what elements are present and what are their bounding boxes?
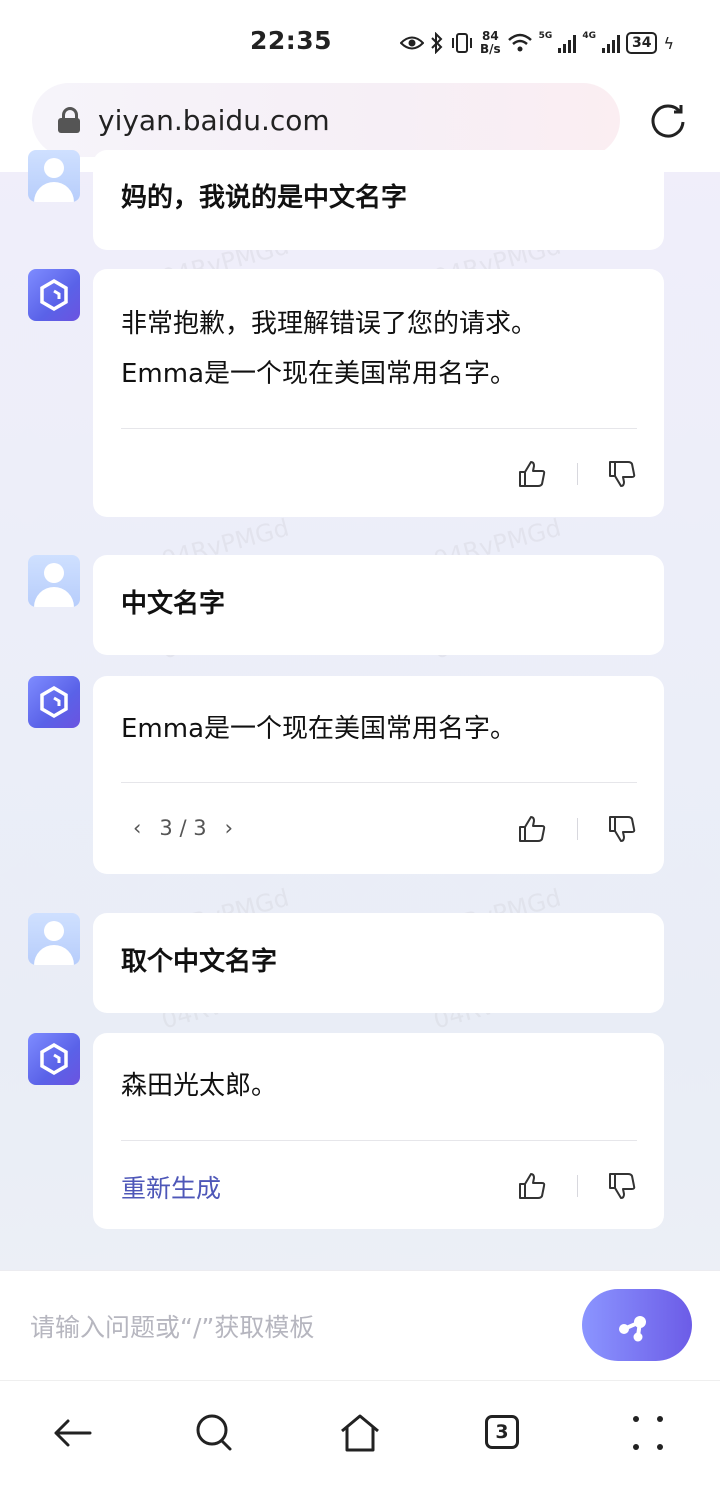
user-avatar: [28, 913, 80, 965]
divider: [121, 1140, 637, 1141]
url-text: yiyan.baidu.com: [98, 103, 330, 137]
pager-count: 3 / 3: [159, 816, 207, 840]
ernie-logo-icon: [40, 278, 68, 312]
user-message-text: 中文名字: [121, 589, 226, 619]
bot-avatar: [28, 1033, 80, 1085]
send-button[interactable]: [582, 1289, 692, 1361]
bot-message-bubble: 非常抱歉，我理解错误了您的请求。 Emma是一个现在美国常用名字。: [93, 269, 664, 517]
more-dots-icon[interactable]: [626, 1411, 670, 1455]
status-bar: 22:35 84 B/s 5G 4G 34 ϟ: [0, 0, 720, 80]
ernie-logo-icon: [40, 685, 68, 719]
bot-message-bubble: 森田光太郎。 重新生成: [93, 1033, 664, 1229]
send-icon: [619, 1316, 646, 1342]
vibrate-icon: [452, 33, 472, 53]
regenerate-button[interactable]: 重新生成: [121, 1169, 221, 1205]
signal-1-bars-icon: [558, 33, 577, 53]
response-pager: ‹ 3 / 3 ›: [133, 816, 233, 840]
search-icon[interactable]: [193, 1411, 237, 1455]
user-message-bubble: 取个中文名字: [93, 913, 664, 1013]
divider: [121, 782, 637, 783]
address-bar[interactable]: yiyan.baidu.com: [32, 83, 620, 157]
chevron-right-icon[interactable]: ›: [225, 816, 233, 840]
bot-message-bubble: Emma是一个现在美国常用名字。 ‹ 3 / 3 ›: [93, 676, 664, 874]
signal-2-label: 4G: [582, 31, 596, 41]
user-message-text: 取个中文名字: [121, 947, 278, 977]
bot-message-line: 非常抱歉，我理解错误了您的请求。: [121, 309, 538, 339]
thumbs-up-icon[interactable]: [517, 1171, 547, 1201]
user-message-text: 妈的，我说的是中文名字: [121, 183, 408, 213]
chat-input-bar: [0, 1270, 720, 1381]
thumbs-down-icon[interactable]: [607, 814, 637, 844]
separator: [577, 818, 578, 840]
tabs-button[interactable]: 3: [485, 1415, 519, 1449]
battery-level: 34: [625, 32, 658, 54]
thumbs-up-icon[interactable]: [517, 459, 547, 489]
separator: [577, 1175, 578, 1197]
thumbs-down-icon[interactable]: [607, 1171, 637, 1201]
user-message-bubble: 中文名字: [93, 555, 664, 655]
status-time: 22:35: [250, 26, 333, 55]
reload-icon[interactable]: [648, 100, 688, 140]
bot-message-line: Emma是一个现在美国常用名字。: [121, 359, 517, 389]
thumbs-down-icon[interactable]: [607, 459, 637, 489]
wifi-icon: [507, 33, 532, 52]
arrow-left-icon[interactable]: [50, 1411, 94, 1455]
home-icon[interactable]: [338, 1411, 382, 1455]
bot-avatar: [28, 269, 80, 321]
chat-input[interactable]: [28, 1303, 552, 1351]
eye-icon: [400, 36, 424, 50]
status-icons: 84 B/s 5G 4G 34 ϟ: [400, 27, 674, 59]
chevron-left-icon[interactable]: ‹: [133, 816, 141, 840]
thumbs-up-icon[interactable]: [517, 814, 547, 844]
user-avatar: [28, 150, 80, 202]
divider: [121, 428, 637, 429]
bluetooth-icon: [431, 32, 443, 54]
lock-icon: [58, 107, 80, 133]
separator: [577, 463, 578, 485]
signal-2-bars-icon: [601, 33, 620, 53]
bot-message-line: Emma是一个现在美国常用名字。: [121, 714, 517, 744]
bot-message-line: 森田光太郎。: [121, 1071, 278, 1101]
bot-avatar: [28, 676, 80, 728]
user-avatar: [28, 555, 80, 607]
user-message-bubble: 妈的，我说的是中文名字: [93, 150, 664, 250]
charging-icon: ϟ: [663, 33, 675, 53]
signal-1-label: 5G: [538, 31, 553, 41]
ernie-logo-icon: [40, 1042, 68, 1076]
net-speed-unit: B/s: [480, 42, 501, 56]
browser-nav-bar: 3: [0, 1380, 720, 1486]
net-speed: 84 B/s: [480, 30, 501, 56]
